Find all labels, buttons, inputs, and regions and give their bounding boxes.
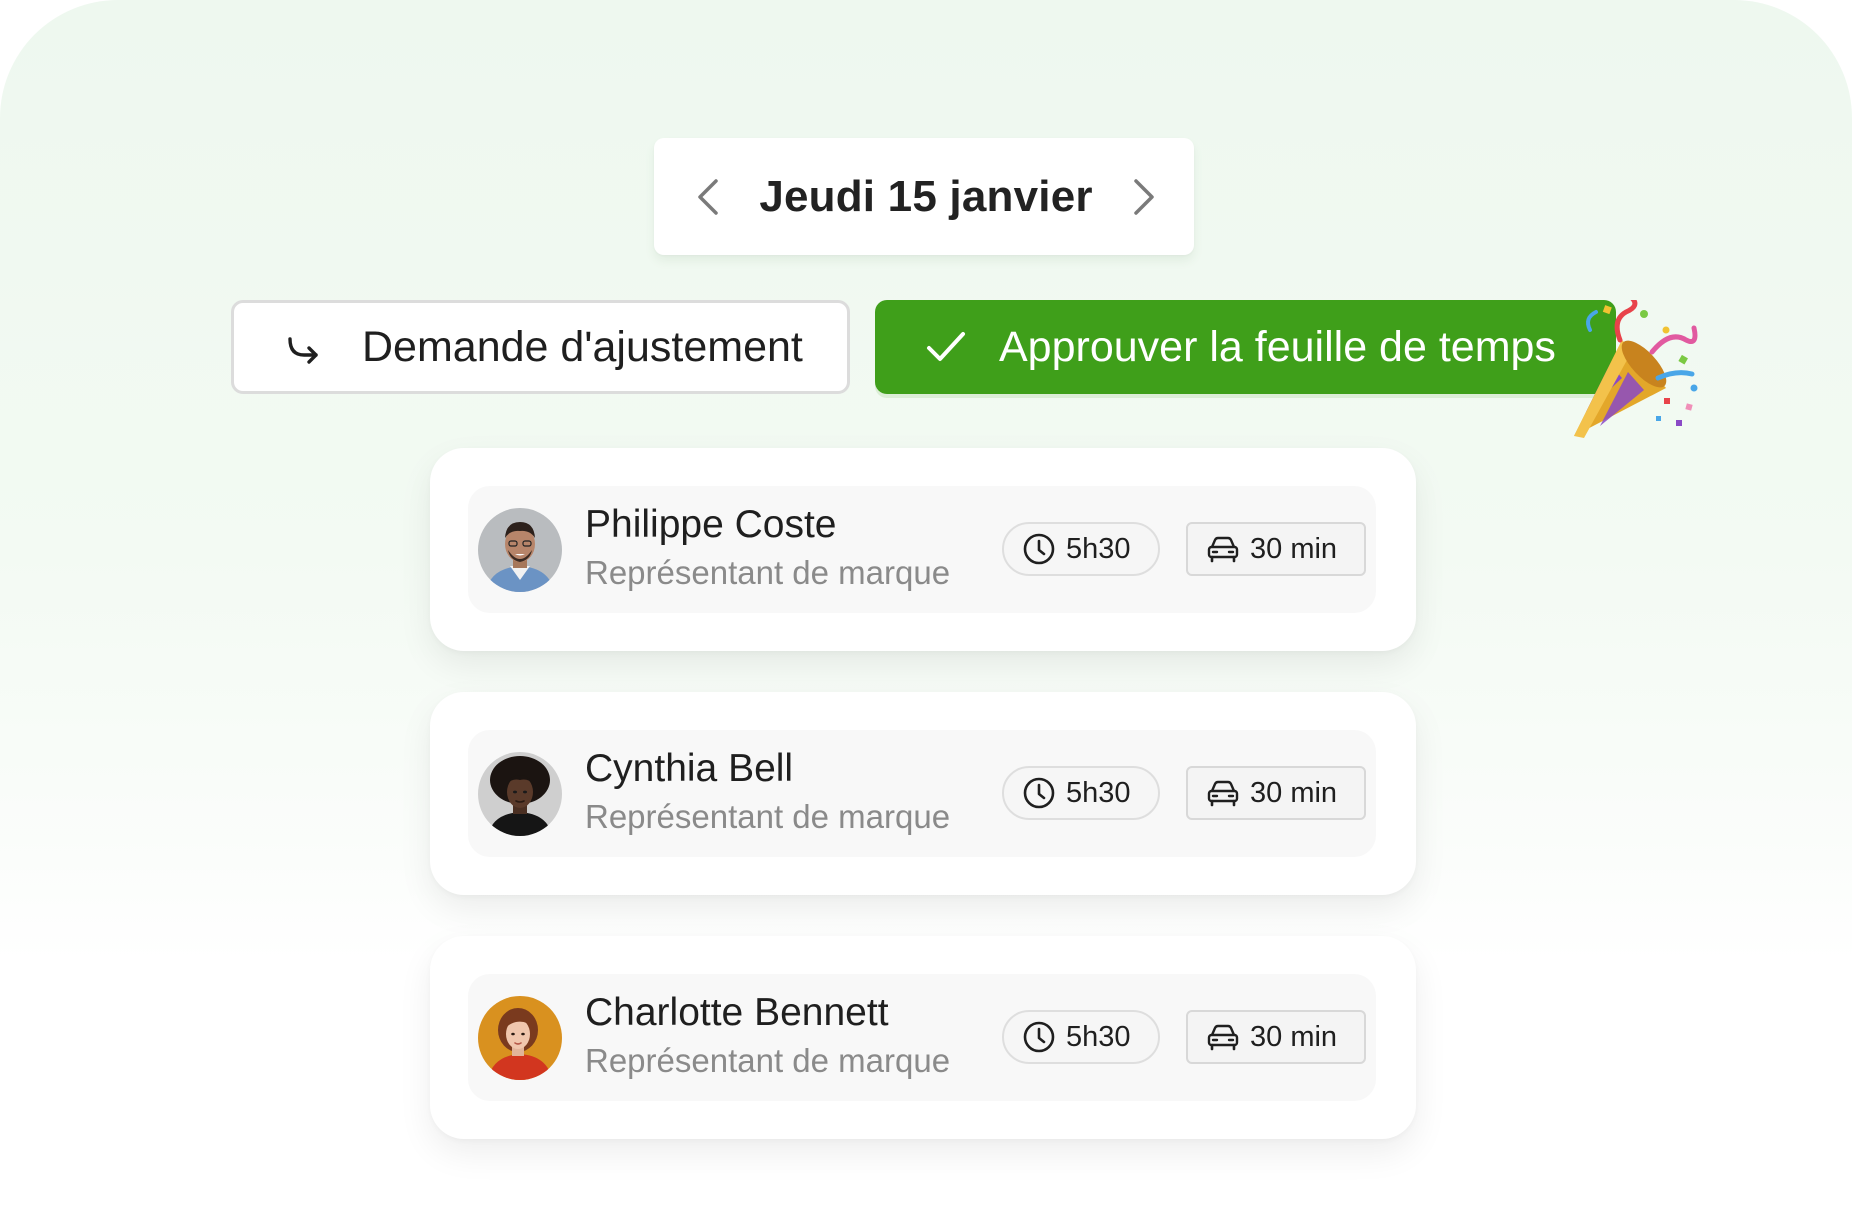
employee-card-content: Charlotte Bennett Représentant de marque… (468, 974, 1376, 1101)
car-icon (1207, 780, 1239, 807)
date-navigator: Jeudi 15 janvier (654, 138, 1194, 255)
employee-card[interactable]: Cynthia Bell Représentant de marque 5h30 (430, 692, 1416, 895)
clock-icon (1023, 533, 1055, 565)
approve-timesheet-label: Approuver la feuille de temps (999, 322, 1556, 371)
hours-badge: 5h30 (1002, 522, 1160, 576)
app-canvas: Jeudi 15 janvier Demande d'ajustement Ap… (0, 0, 1852, 1231)
chevron-right-icon (1134, 178, 1154, 215)
avatar (478, 752, 562, 836)
hours-value: 5h30 (1066, 532, 1131, 565)
hours-badge: 5h30 (1002, 766, 1160, 820)
employee-role: Représentant de marque (585, 554, 951, 591)
employee-name: Cynthia Bell (585, 747, 794, 790)
adjustment-request-button[interactable]: Demande d'ajustement (231, 300, 850, 394)
employee-card-content: Cynthia Bell Représentant de marque 5h30 (468, 730, 1376, 857)
travel-value: 30 min (1250, 776, 1338, 809)
clock-icon (1023, 1021, 1055, 1053)
employee-name: Philippe Coste (585, 503, 837, 546)
travel-badge: 30 min (1186, 766, 1366, 820)
next-day-button[interactable] (1124, 172, 1164, 222)
prev-day-button[interactable] (688, 172, 728, 222)
checkmark-icon (927, 332, 965, 361)
redirect-arrow-icon (288, 337, 318, 364)
travel-badge: 30 min (1186, 522, 1366, 576)
car-icon (1207, 1024, 1239, 1051)
clock-icon (1023, 777, 1055, 809)
party-popper-icon (1574, 300, 1698, 438)
avatar (478, 996, 562, 1080)
employee-role: Représentant de marque (585, 798, 951, 835)
employee-role: Représentant de marque (585, 1042, 951, 1079)
employee-card[interactable]: Charlotte Bennett Représentant de marque… (430, 936, 1416, 1139)
employee-name: Charlotte Bennett (585, 991, 889, 1034)
travel-badge: 30 min (1186, 1010, 1366, 1064)
hours-badge: 5h30 (1002, 1010, 1160, 1064)
hours-value: 5h30 (1066, 1020, 1131, 1053)
employee-card-content: Philippe Coste Représentant de marque 5h… (468, 486, 1376, 613)
chevron-left-icon (698, 178, 718, 215)
travel-value: 30 min (1250, 1020, 1338, 1053)
adjustment-request-label: Demande d'ajustement (362, 322, 803, 371)
travel-value: 30 min (1250, 532, 1338, 565)
current-date: Jeudi 15 janvier (759, 171, 1093, 221)
car-icon (1207, 536, 1239, 563)
approve-timesheet-button[interactable]: Approuver la feuille de temps (875, 300, 1616, 394)
employee-card[interactable]: Philippe Coste Représentant de marque 5h… (430, 448, 1416, 651)
avatar (478, 508, 562, 592)
hours-value: 5h30 (1066, 776, 1131, 809)
